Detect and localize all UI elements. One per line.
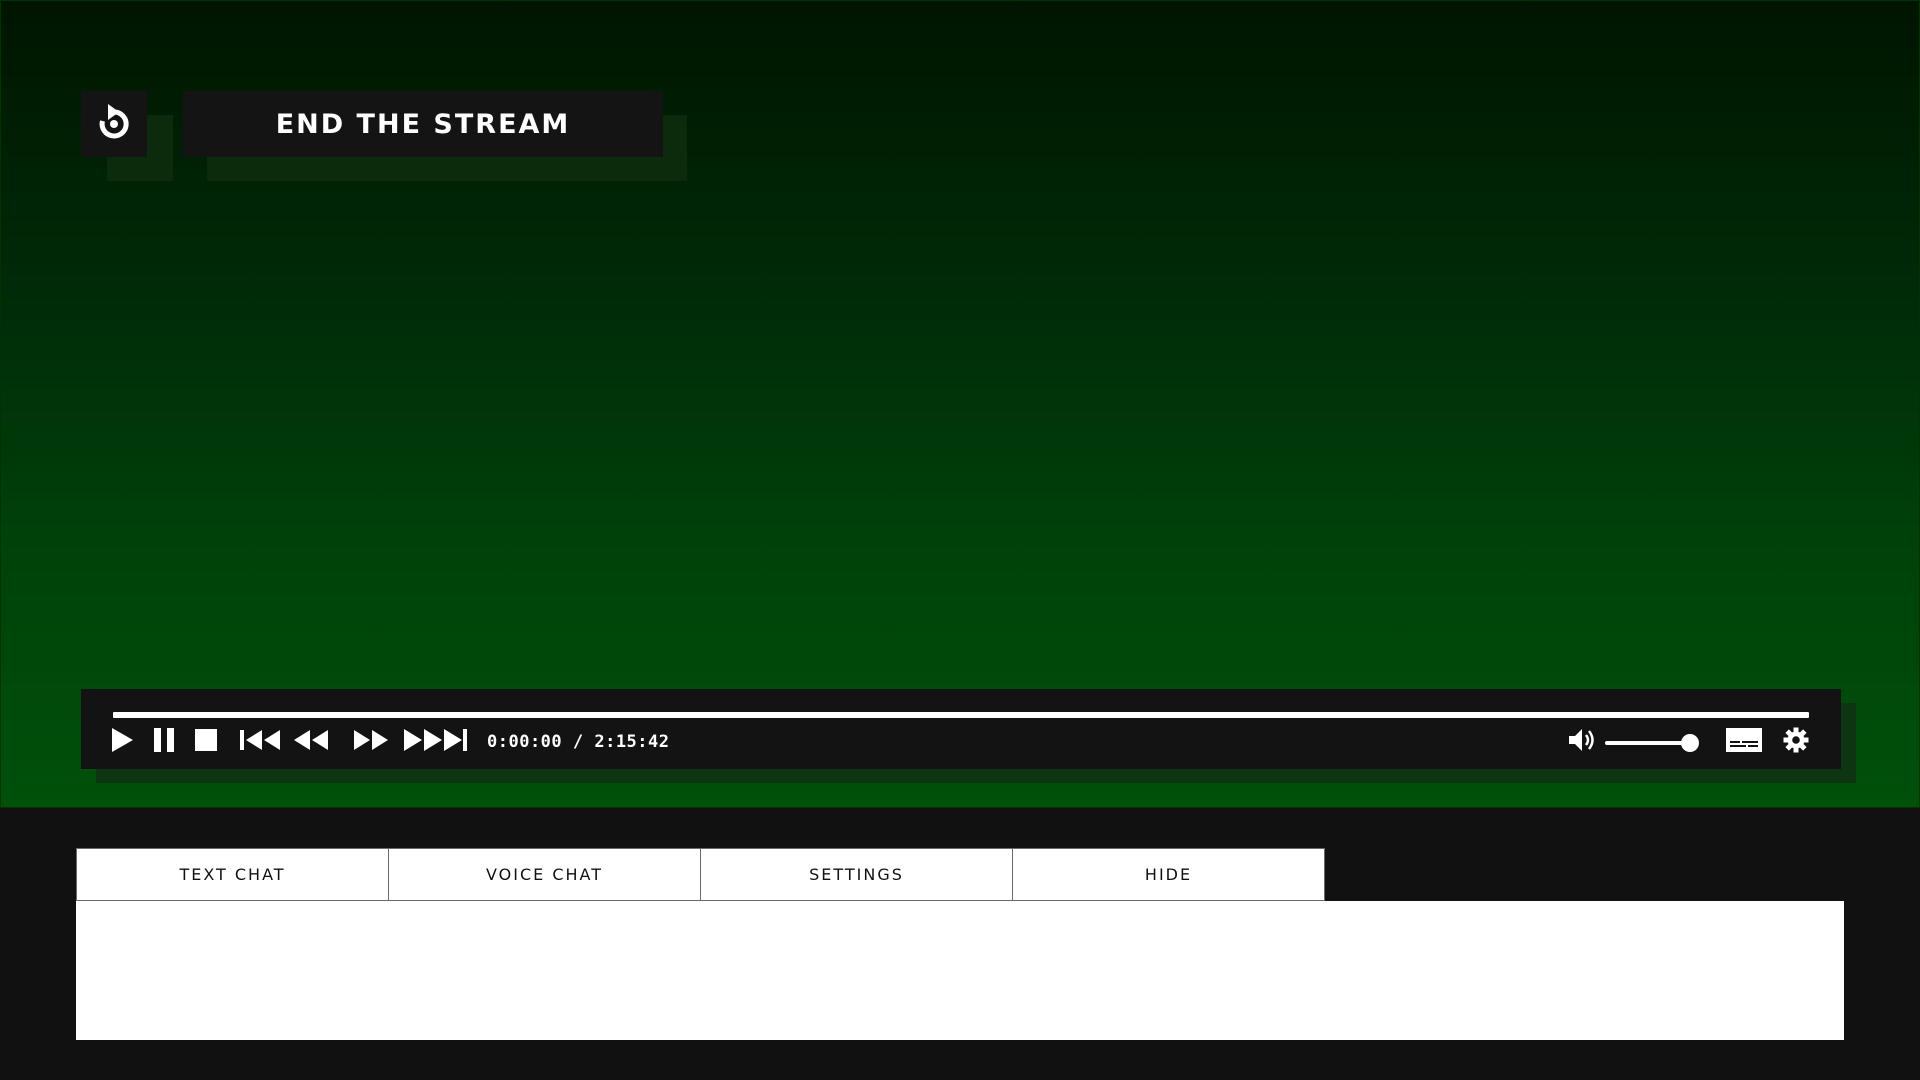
settings-gear-icon <box>1783 727 1809 757</box>
play-icon <box>110 727 134 757</box>
skip-back-button[interactable] <box>239 727 283 757</box>
rewind-button[interactable] <box>293 727 329 757</box>
volume-button[interactable] <box>1567 727 1597 757</box>
stop-button[interactable] <box>193 727 219 757</box>
play-button[interactable] <box>109 727 135 757</box>
time-display: 0:00:00 / 2:15:42 <box>487 732 670 752</box>
fast-forward-button[interactable] <box>353 727 389 757</box>
skip-forward-icon <box>404 728 468 756</box>
subtitles-button[interactable] <box>1725 727 1763 757</box>
fast-forward-icon <box>353 729 389 755</box>
settings-button[interactable] <box>1781 727 1811 757</box>
tab-label: TEXT CHAT <box>179 865 286 884</box>
tab-text-chat[interactable]: TEXT CHAT <box>76 848 389 901</box>
pause-button[interactable] <box>151 727 177 757</box>
rewind-icon <box>293 729 329 755</box>
video-stage: END THE STREAM 0:00:00 / 2:15:42 <box>0 0 1920 808</box>
tab-hide[interactable]: HIDE <box>1012 848 1325 901</box>
player-bar: 0:00:00 / 2:15:42 <box>81 689 1841 769</box>
end-stream-label: END THE STREAM <box>275 108 571 140</box>
volume-slider[interactable] <box>1605 734 1699 752</box>
progress-bar[interactable] <box>113 712 1809 718</box>
tab-label: VOICE CHAT <box>485 865 604 884</box>
end-stream-button[interactable]: END THE STREAM <box>183 91 663 157</box>
replay-icon <box>96 102 132 146</box>
tab-label: HIDE <box>1144 865 1193 884</box>
skip-back-icon <box>240 729 282 755</box>
tab-label: SETTINGS <box>809 865 904 884</box>
volume-slider-handle[interactable] <box>1680 734 1699 752</box>
tab-settings[interactable]: SETTINGS <box>700 848 1013 901</box>
subtitles-icon <box>1726 728 1762 756</box>
replay-button[interactable] <box>81 91 147 157</box>
volume-icon <box>1568 727 1596 757</box>
skip-forward-button[interactable] <box>403 727 469 757</box>
pause-icon <box>152 727 176 757</box>
tab-content-panel[interactable] <box>76 901 1844 1040</box>
tab-voice-chat[interactable]: VOICE CHAT <box>388 848 701 901</box>
stop-icon <box>194 727 218 757</box>
